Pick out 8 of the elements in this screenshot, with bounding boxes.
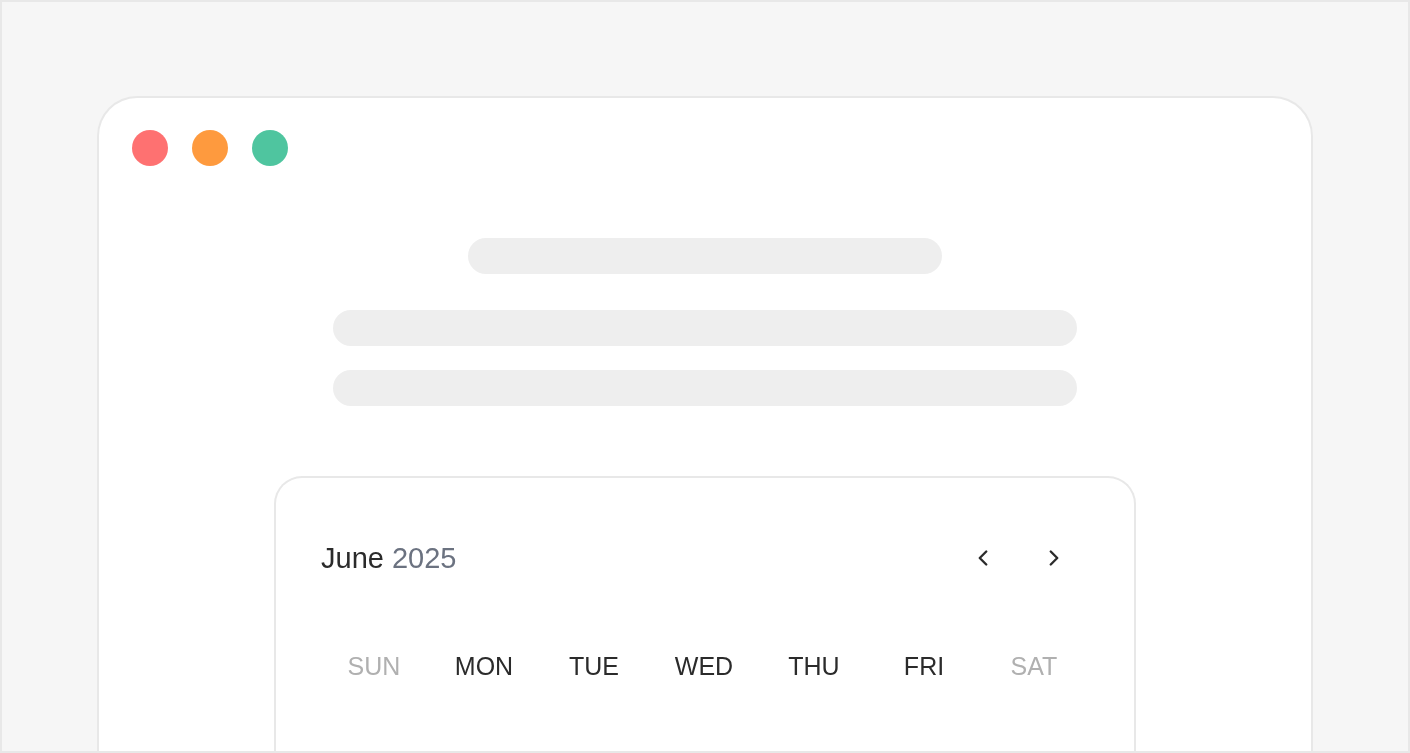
month-year-title: June 2025 [321,541,457,575]
weekday-label: MON [454,651,514,681]
weekday-label: SAT [1010,651,1058,681]
weekday-label: THU [788,651,840,681]
weekday-label: SUN [347,651,401,681]
weekday-label: FRI [903,651,945,681]
weekday-label: TUE [569,651,619,681]
weekday-label: WED [674,651,734,681]
